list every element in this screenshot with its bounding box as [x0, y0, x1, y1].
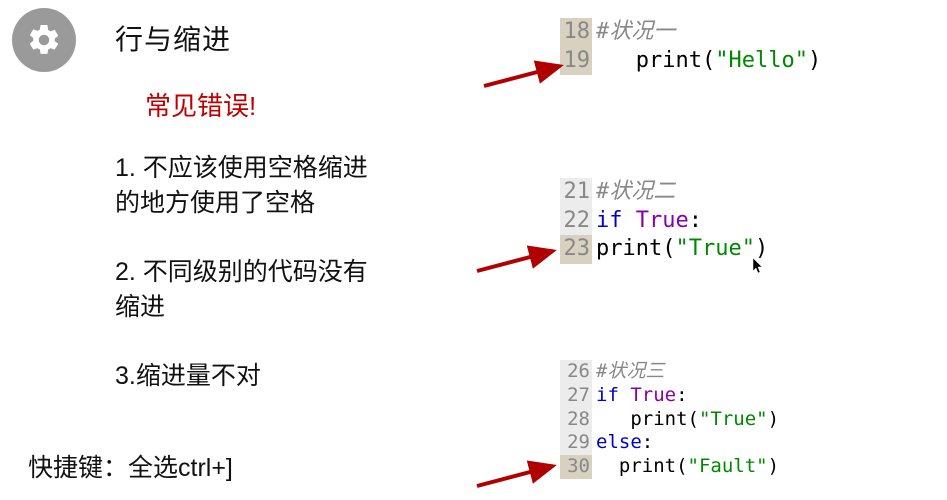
line-number: 22 — [560, 207, 592, 236]
code-line: 26#状况三 — [560, 360, 779, 384]
code-string: "Fault" — [688, 455, 768, 477]
gear-icon-badge — [12, 8, 76, 72]
code-keyword: if — [596, 384, 619, 406]
code-paren: ( — [676, 455, 687, 477]
code-line: 27if True: — [560, 384, 779, 408]
code-paren: ( — [688, 408, 699, 430]
code-paren: ( — [662, 236, 675, 261]
code-comment: #状况三 — [596, 360, 664, 382]
code-line: 28 print("True") — [560, 408, 779, 432]
code-line: 21#状况二 — [560, 178, 768, 207]
code-function: print — [596, 236, 662, 261]
code-comment: #状况二 — [596, 179, 675, 204]
code-line: 22if True: — [560, 207, 768, 236]
bullet-1: 1. 不应该使用空格缩进 的地方使用了空格 — [115, 151, 475, 221]
line-number: 26 — [560, 360, 592, 384]
code-indent — [596, 48, 636, 73]
code-paren: ( — [702, 48, 715, 73]
code-colon: : — [642, 431, 653, 453]
code-string: "True" — [675, 236, 754, 261]
code-comment: #状况一 — [596, 19, 675, 44]
line-number: 27 — [560, 384, 592, 408]
bullet-2: 2. 不同级别的代码没有 缩进 — [115, 255, 475, 325]
line-number: 21 — [560, 178, 592, 207]
code-boolean: True — [636, 208, 689, 233]
code-paren: ) — [808, 48, 821, 73]
left-text-column: 行与缩进 常见错误! 1. 不应该使用空格缩进 的地方使用了空格 2. 不同级别… — [115, 18, 475, 428]
code-block-2: 21#状况二 22if True: 23print("True") — [560, 178, 768, 264]
page-subtitle: 常见错误! — [145, 86, 475, 123]
code-line: 18#状况一 — [560, 18, 821, 47]
code-string: "Hello" — [715, 48, 808, 73]
shortcut-hint: 快捷键：全选ctrl+] — [28, 448, 233, 484]
code-keyword: if — [596, 208, 623, 233]
code-indent — [596, 408, 630, 430]
code-block-3: 26#状况三 27if True: 28 print("True") 29els… — [560, 360, 779, 479]
code-keyword: else — [596, 431, 642, 453]
line-number: 18 — [560, 18, 592, 47]
line-number: 28 — [560, 408, 592, 432]
code-string: "True" — [699, 408, 768, 430]
arrow-icon — [475, 245, 565, 275]
code-paren: ) — [768, 408, 779, 430]
code-block-1: 18#状况一 19 print("Hello") — [560, 18, 821, 75]
code-function: print — [636, 48, 702, 73]
code-line: 19 print("Hello") — [560, 47, 821, 76]
line-number: 29 — [560, 431, 592, 455]
code-line: 29else: — [560, 431, 779, 455]
code-line: 23print("True") — [560, 235, 768, 264]
code-colon: : — [676, 384, 687, 406]
code-paren: ) — [768, 455, 779, 477]
code-indent — [596, 455, 619, 477]
code-colon: : — [689, 208, 702, 233]
page-title: 行与缩进 — [115, 18, 475, 58]
arrow-icon — [475, 460, 565, 490]
gear-icon — [26, 22, 62, 58]
code-examples-area: 18#状况一 19 print("Hello") 21#状况二 22if Tru… — [500, 0, 940, 500]
code-function: print — [630, 408, 687, 430]
code-function: print — [619, 455, 676, 477]
code-line: 30 print("Fault") — [560, 455, 779, 479]
bullet-3: 3.缩进量不对 — [115, 359, 475, 394]
arrow-icon — [482, 60, 572, 90]
code-boolean: True — [630, 384, 676, 406]
